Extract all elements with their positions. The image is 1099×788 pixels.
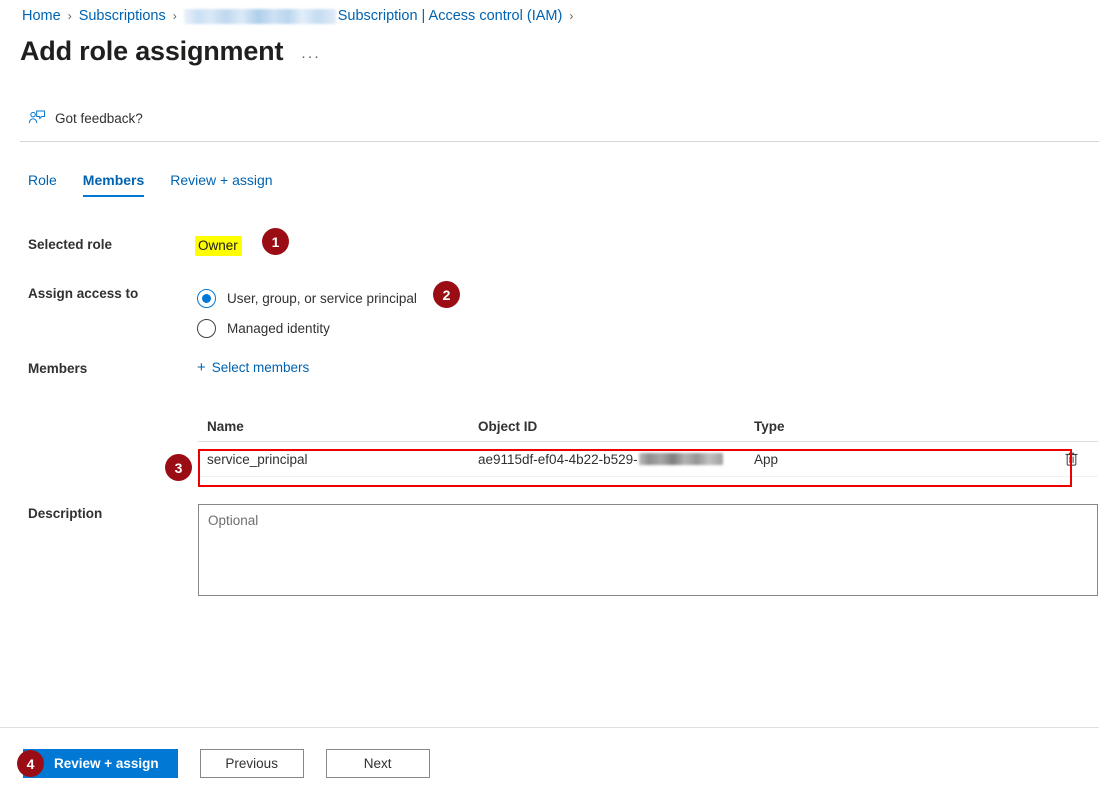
- trash-icon: [1064, 451, 1079, 467]
- radio-user-group-service-principal[interactable]: User, group, or service principal: [197, 283, 417, 313]
- got-feedback-label: Got feedback?: [55, 110, 143, 126]
- feedback-person-icon: [28, 109, 46, 127]
- member-object-id-redacted: [638, 453, 723, 465]
- breadcrumb-redacted-subscription-name: [183, 8, 336, 24]
- assign-access-to-label: Assign access to: [28, 286, 139, 301]
- member-object-id: ae9115df-ef04-4b22-b529-: [478, 452, 754, 467]
- selected-role-label: Selected role: [28, 237, 113, 252]
- plus-icon: +: [197, 359, 206, 376]
- radio-managed-identity[interactable]: Managed identity: [197, 313, 417, 343]
- breadcrumb-subscriptions[interactable]: Subscriptions: [79, 8, 166, 24]
- column-header-object-id: Object ID: [478, 419, 538, 434]
- breadcrumb-subscription-iam[interactable]: Subscription | Access control (IAM): [338, 8, 563, 24]
- members-table-header: Name Object ID Type: [198, 412, 1098, 442]
- breadcrumb-separator-2: ›: [172, 9, 177, 23]
- tab-review-assign[interactable]: Review + assign: [170, 172, 272, 197]
- breadcrumb: Home › Subscriptions › Subscription | Ac…: [22, 8, 580, 24]
- assign-access-to-radio-group: User, group, or service principal Manage…: [197, 283, 417, 343]
- footer-actions: Review + assign Previous Next: [23, 749, 430, 778]
- member-type: App: [754, 451, 779, 467]
- breadcrumb-home[interactable]: Home: [22, 8, 61, 24]
- page-title: Add role assignment: [20, 36, 284, 66]
- step-badge-1: 1: [262, 228, 289, 255]
- column-header-name: Name: [207, 419, 244, 434]
- breadcrumb-separator-3: ›: [569, 9, 574, 23]
- previous-button[interactable]: Previous: [199, 749, 304, 778]
- select-members-label: Select members: [211, 360, 310, 375]
- selected-role-value: Owner: [195, 236, 242, 256]
- member-name: service_principal: [207, 451, 308, 467]
- step-badge-2: 2: [433, 281, 460, 308]
- select-members-button[interactable]: + Select members: [197, 360, 309, 375]
- review-and-assign-button[interactable]: Review + assign: [23, 749, 178, 778]
- footer-divider: [0, 727, 1099, 728]
- header-divider: [20, 141, 1099, 142]
- tab-members[interactable]: Members: [82, 172, 145, 197]
- step-badge-3: 3: [165, 454, 192, 481]
- description-label: Description: [28, 506, 103, 521]
- radio-unselected-icon: [197, 318, 216, 338]
- breadcrumb-separator-1: ›: [67, 9, 72, 23]
- tab-role[interactable]: Role: [28, 172, 57, 197]
- member-object-id-prefix: ae9115df-ef04-4b22-b529-: [478, 451, 638, 467]
- step-badge-4: 4: [17, 750, 44, 777]
- table-row[interactable]: service_principal ae9115df-ef04-4b22-b52…: [198, 442, 1098, 477]
- wizard-tabs: Role Members Review + assign: [28, 172, 273, 197]
- description-input[interactable]: [198, 504, 1098, 596]
- radio-selected-icon: [197, 288, 216, 308]
- next-button[interactable]: Next: [325, 749, 430, 778]
- radio-managed-identity-label: Managed identity: [227, 320, 330, 336]
- radio-user-group-service-principal-label: User, group, or service principal: [227, 290, 417, 306]
- delete-member-button[interactable]: [1044, 451, 1098, 467]
- members-table: Name Object ID Type service_principal ae…: [198, 412, 1098, 477]
- got-feedback-button[interactable]: Got feedback?: [28, 109, 143, 127]
- column-header-type: Type: [754, 419, 785, 434]
- more-options-ellipsis-icon[interactable]: ···: [301, 48, 321, 65]
- members-label: Members: [28, 361, 88, 376]
